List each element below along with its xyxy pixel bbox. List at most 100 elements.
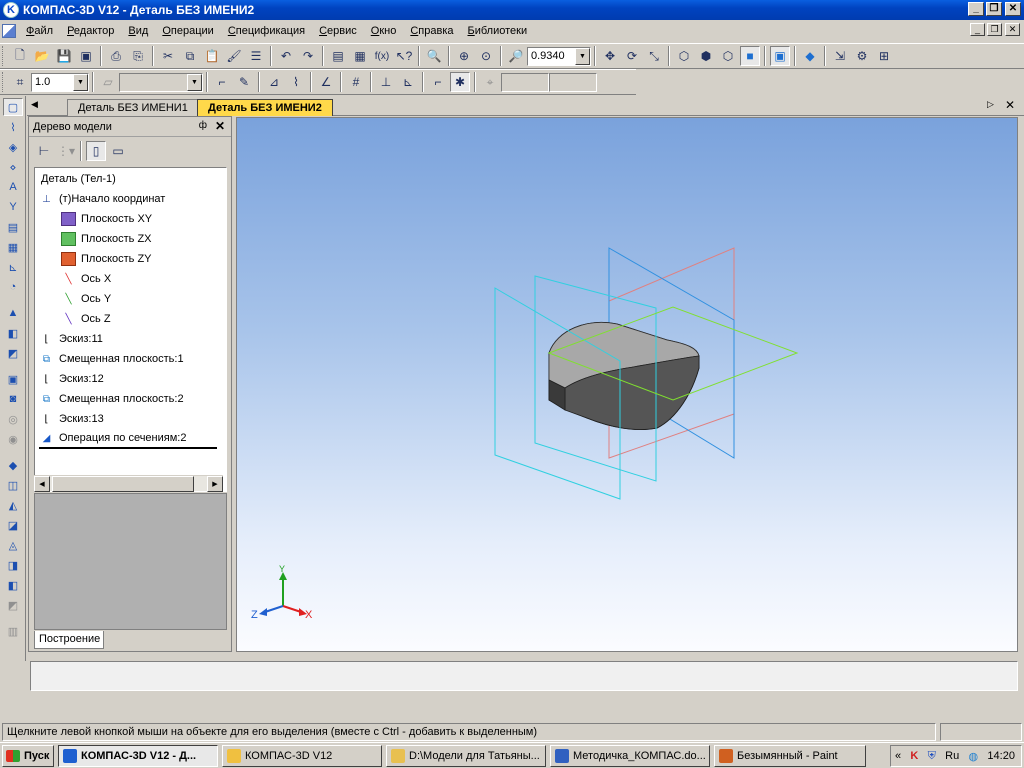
properties-bar[interactable] <box>30 661 1018 691</box>
shield-icon[interactable]: ⛨ <box>928 750 936 763</box>
menu-file[interactable]: Файл <box>19 25 60 37</box>
format-brush-icon[interactable]: 🖌 <box>224 46 244 66</box>
surfaces-icon[interactable]: ◈ <box>3 138 23 156</box>
task-word[interactable]: Методичка_КОМПАС.do... <box>550 744 710 767</box>
close-button[interactable]: ✕ <box>1005 2 1021 16</box>
panel-close-icon[interactable]: ✕ <box>215 119 225 133</box>
kinematic-icon[interactable]: ◩ <box>3 344 23 362</box>
function-icon[interactable]: f(x) <box>372 46 392 66</box>
print-icon[interactable]: ⎙ <box>106 46 126 66</box>
split-icon[interactable]: ◬ <box>3 536 23 554</box>
title-bar[interactable]: K КОМПАС-3D V12 - Деталь БЕЗ ИМЕНИ2 _ ❐ … <box>0 0 1024 20</box>
menu-view[interactable]: Вид <box>121 25 155 37</box>
halftone-outline-icon[interactable]: ▣ <box>770 46 790 66</box>
paste-icon[interactable]: 📋 <box>202 46 222 66</box>
tree-item-offset-plane2[interactable]: ⧉ Смещенная плоскость:2 <box>39 389 184 409</box>
layer-combobox[interactable]: ▼ <box>119 72 203 92</box>
chevron-down-icon[interactable]: ▼ <box>575 47 590 65</box>
start-button[interactable]: Пуск <box>2 744 54 767</box>
cursor-step-icon[interactable]: ⌗ <box>10 72 30 92</box>
tree-props-icon[interactable]: ▭ <box>108 141 128 161</box>
arrays-icon[interactable]: ⋄ <box>3 158 23 176</box>
tree-item-sketch13[interactable]: ⌊ Эскиз:13 <box>39 409 104 429</box>
snap-global-icon[interactable]: ✱ <box>450 72 470 92</box>
model-viewport[interactable]: Y X Z <box>236 117 1018 652</box>
edit-sketch-icon[interactable]: ✎ <box>234 72 254 92</box>
tree-item-plane-zy[interactable]: Плоскость ZY <box>61 249 152 269</box>
measure-icon[interactable]: ▤ <box>3 218 23 236</box>
tree-item-axis-x[interactable]: ╲ Ось X <box>61 269 111 289</box>
task-kompas-doc[interactable]: КОМПАС-3D V12 - Д... <box>58 744 218 767</box>
help-pointer-icon[interactable]: ↖? <box>394 46 414 66</box>
tree-view-icon[interactable]: ▯ <box>86 141 106 161</box>
tab-close-icon[interactable]: ✕ <box>1005 98 1015 112</box>
menu-libraries[interactable]: Библиотеки <box>461 25 535 37</box>
diagnostics-icon[interactable]: Y <box>3 198 23 216</box>
select-tool-icon[interactable]: ▢ <box>3 98 23 116</box>
shell-icon[interactable]: ◫ <box>3 476 23 494</box>
tree-item-origin[interactable]: ⊥ (т)Начало координат <box>39 189 165 209</box>
grid-icon[interactable]: # <box>346 72 366 92</box>
spec-icon[interactable]: ⊾ <box>3 258 23 276</box>
orientation-icon[interactable]: ⤡ <box>644 46 664 66</box>
scroll-right-icon[interactable]: ▶ <box>207 476 223 492</box>
rotate-op-icon[interactable]: ◧ <box>3 324 23 342</box>
menu-service[interactable]: Сервис <box>312 25 364 37</box>
tray-expand-icon[interactable]: « <box>895 750 901 762</box>
library-icon[interactable]: ⚙ <box>852 46 872 66</box>
incline-icon[interactable]: ◭ <box>3 496 23 514</box>
sketch-mode-icon[interactable]: ⌐ <box>212 72 232 92</box>
properties-icon[interactable]: ☰ <box>246 46 266 66</box>
panel-header[interactable]: Дерево модели ф ✕ <box>29 117 231 137</box>
task-kompas[interactable]: КОМПАС-3D V12 <box>222 744 382 767</box>
hidden-lines-thin-icon[interactable]: ⬡ <box>718 46 738 66</box>
mirror-icon[interactable]: ◧ <box>3 576 23 594</box>
constraint-icon[interactable]: ⌇ <box>286 72 306 92</box>
cut-icon[interactable]: ✂ <box>158 46 178 66</box>
menu-edit[interactable]: Редактор <box>60 25 121 37</box>
tree-item-sketch11[interactable]: ⌊ Эскиз:11 <box>39 329 103 349</box>
menu-window[interactable]: Окно <box>364 25 404 37</box>
pan-icon[interactable]: ✥ <box>600 46 620 66</box>
hidden-lines-icon[interactable]: ⬢ <box>696 46 716 66</box>
network-icon[interactable]: ◍ <box>969 750 979 763</box>
tree-item-part[interactable]: Деталь (Тел-1) <box>41 169 116 189</box>
language-indicator[interactable]: Ru <box>945 750 959 762</box>
undo-icon[interactable]: ↶ <box>276 46 296 66</box>
save-icon[interactable]: 💾 <box>54 46 74 66</box>
wireframe-icon[interactable]: ⬡ <box>674 46 694 66</box>
minimize-button[interactable]: _ <box>968 2 984 16</box>
tab-scroll-left-icon[interactable]: ◀ <box>31 99 38 110</box>
menu-specification[interactable]: Спецификация <box>221 25 312 37</box>
zoom-window-icon[interactable]: 🔍 <box>424 46 444 66</box>
rib-icon[interactable]: ◆ <box>3 456 23 474</box>
kaspersky-icon[interactable]: K <box>910 750 918 762</box>
tab-scroll-right-icon[interactable]: ▷ <box>987 99 994 110</box>
local-cs-icon[interactable]: ⊥ <box>376 72 396 92</box>
snap-icon[interactable]: ⌐ <box>428 72 448 92</box>
halftone-icon[interactable]: ■ <box>740 46 760 66</box>
tree-order-icon[interactable]: ⋮▾ <box>56 141 76 161</box>
doc-restore-button[interactable]: ❐ <box>987 23 1002 36</box>
section-icon[interactable]: ◪ <box>3 516 23 534</box>
zoom-in-icon[interactable]: ⊕ <box>454 46 474 66</box>
tab-construction[interactable]: Построение <box>34 631 104 649</box>
zoom-fit-icon[interactable]: ⊙ <box>476 46 496 66</box>
coord-y-field[interactable] <box>549 72 597 92</box>
restore-button[interactable]: ❐ <box>986 2 1002 16</box>
fillet-icon[interactable]: ◙ <box>3 390 23 408</box>
chevron-down-icon[interactable]: ▼ <box>187 73 202 91</box>
zoom-combobox[interactable]: 0.9340 ▼ <box>527 46 591 66</box>
model-tree[interactable]: Деталь (Тел-1) ⊥ (т)Начало координат Пло… <box>34 167 227 492</box>
tree-item-sketch12[interactable]: ⌊ Эскиз:12 <box>39 369 104 389</box>
curves-icon[interactable]: ⌇ <box>3 118 23 136</box>
reports-icon[interactable]: ◔ <box>3 278 23 296</box>
step-combobox[interactable]: 1.0 ▼ <box>31 72 89 92</box>
scroll-left-icon[interactable]: ◀ <box>34 476 50 492</box>
pin-icon[interactable]: ф <box>199 120 207 131</box>
menu-help[interactable]: Справка <box>403 25 460 37</box>
perspective-icon[interactable]: ◆ <box>800 46 820 66</box>
print-preview-icon[interactable]: ⎘ <box>128 46 148 66</box>
copy-icon[interactable]: ⧉ <box>180 46 200 66</box>
filters-icon[interactable]: ▦ <box>3 238 23 256</box>
